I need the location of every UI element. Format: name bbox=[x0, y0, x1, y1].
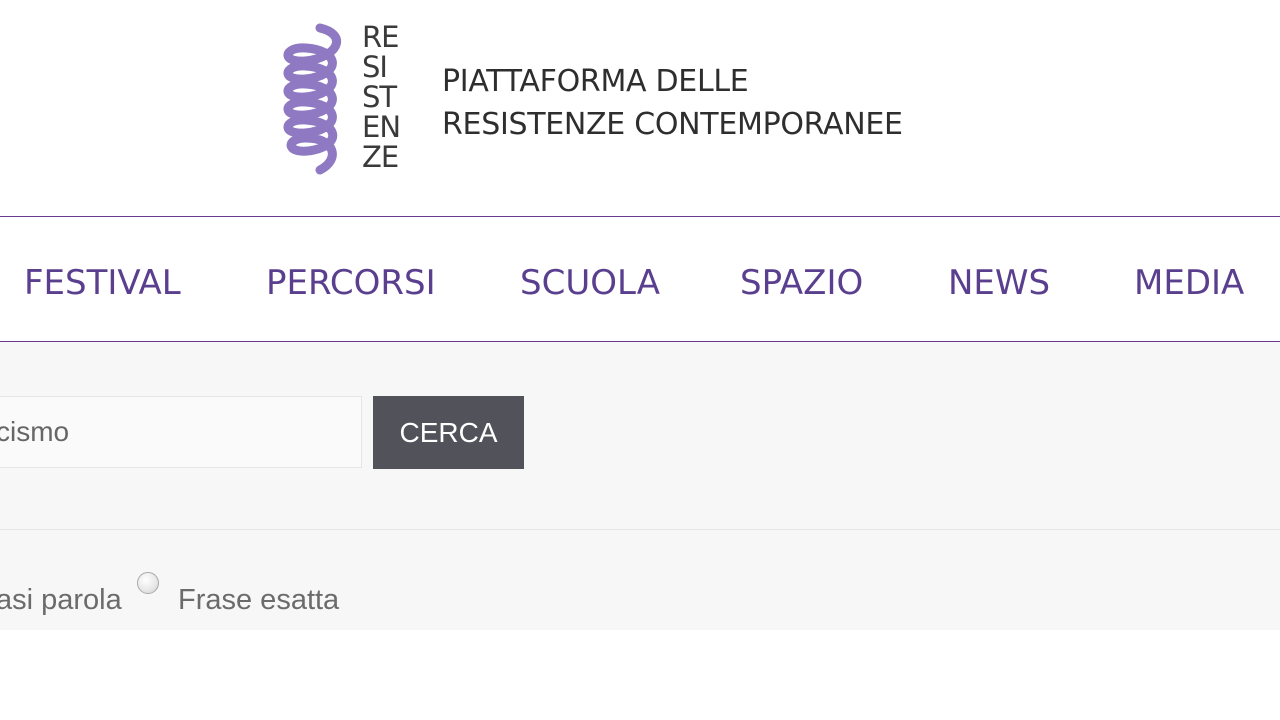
any-word-option-label[interactable]: asi parola bbox=[0, 584, 122, 617]
page: RE SI ST EN ZE PIATTAFORMA DELLE RESISTE… bbox=[0, 0, 1280, 720]
site-header: RE SI ST EN ZE PIATTAFORMA DELLE RESISTE… bbox=[0, 0, 1280, 216]
nav-item-news[interactable]: NEWS bbox=[948, 263, 1050, 303]
logo-letters-row: ST bbox=[362, 80, 397, 114]
logo-letters-row: EN bbox=[362, 110, 401, 144]
logo-letters-row: RE bbox=[362, 20, 399, 54]
nav-item-percorsi[interactable]: PERCORSI bbox=[266, 263, 436, 303]
nav-item-festival[interactable]: FESTIVAL bbox=[24, 263, 181, 303]
tagline-line-1: PIATTAFORMA DELLE bbox=[442, 64, 749, 99]
main-nav: FESTIVAL PERCORSI SCUOLA SPAZIO NEWS MED… bbox=[0, 216, 1280, 342]
exact-phrase-option-label[interactable]: Frase esatta bbox=[178, 584, 339, 617]
nav-item-scuola[interactable]: SCUOLA bbox=[520, 263, 660, 303]
search-button[interactable]: CERCA bbox=[373, 396, 524, 469]
logo-wordmark: RE SI ST EN ZE bbox=[362, 22, 406, 172]
tagline-line-2: RESISTENZE CONTEMPORANEE bbox=[442, 107, 903, 142]
search-input-value: cismo bbox=[0, 416, 70, 447]
search-section: cismo CERCA asi parola Frase esatta bbox=[0, 342, 1280, 630]
logo-letters-row: SI bbox=[362, 50, 388, 84]
logo-letters-row: ZE bbox=[362, 140, 399, 174]
site-tagline: PIATTAFORMA DELLE RESISTENZE CONTEMPORAN… bbox=[442, 60, 903, 146]
divider bbox=[0, 529, 1280, 530]
spiral-logo-icon[interactable] bbox=[276, 20, 356, 176]
nav-item-spazio[interactable]: SPAZIO bbox=[740, 263, 863, 303]
page-body bbox=[0, 630, 1280, 720]
exact-phrase-radio[interactable] bbox=[137, 572, 159, 594]
nav-item-media[interactable]: MEDIA bbox=[1134, 263, 1244, 303]
